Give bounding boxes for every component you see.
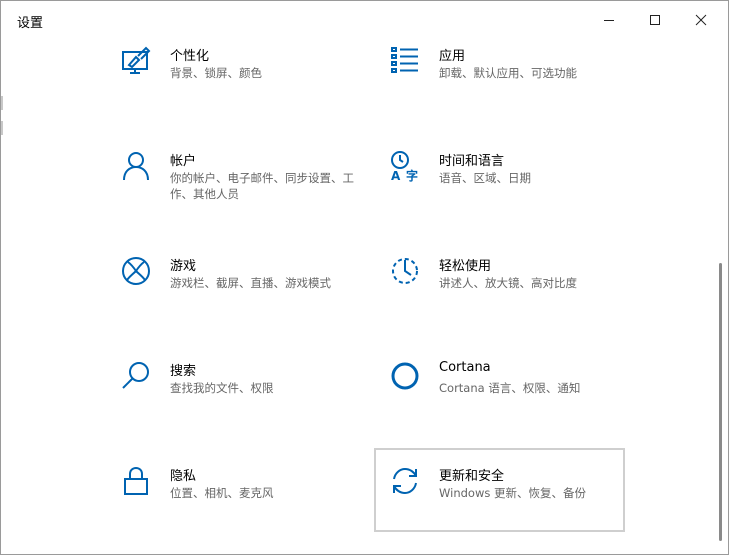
- tile-description: 查找我的文件、权限: [170, 381, 274, 395]
- tile-description: 你的帐户、电子邮件、同步设置、工作、其他人员: [170, 171, 354, 201]
- edge-divider: [1, 96, 3, 110]
- tile-search[interactable]: 搜索 查找我的文件、权限: [118, 358, 368, 443]
- tile-ease-of-access[interactable]: 轻松使用 讲述人、放大镜、高对比度: [387, 253, 637, 338]
- svg-text:字: 字: [406, 168, 418, 182]
- maximize-icon: [650, 15, 660, 25]
- tile-description: 语音、区域、日期: [439, 171, 531, 185]
- tile-description: 讲述人、放大镜、高对比度: [439, 276, 577, 290]
- apps-icon: [387, 43, 423, 79]
- gaming-icon: [118, 253, 154, 289]
- ease-of-access-icon: [387, 253, 423, 289]
- tile-label: 帐户: [170, 154, 197, 169]
- tile-description: 卸载、默认应用、可选功能: [439, 66, 577, 80]
- cortana-icon: [387, 358, 423, 394]
- tile-label: 个性化: [170, 49, 210, 64]
- tile-privacy[interactable]: 隐私 位置、相机、麦克风: [118, 463, 368, 548]
- tile-label: 更新和安全: [439, 469, 505, 484]
- minimize-icon: [604, 20, 614, 21]
- tile-label: 搜索: [170, 364, 197, 379]
- tile-label: Cortana: [439, 360, 491, 375]
- search-icon: [118, 358, 154, 394]
- tile-time-language[interactable]: A 字 时间和语言 语音、区域、日期: [387, 148, 637, 233]
- close-icon: [695, 14, 707, 26]
- time-language-icon: A 字: [387, 148, 423, 184]
- tile-cortana[interactable]: Cortana Cortana 语言、权限、通知: [387, 358, 637, 443]
- tile-label: 隐私: [170, 469, 197, 484]
- tile-description: 背景、锁屏、颜色: [170, 66, 262, 80]
- tile-description: 位置、相机、麦克风: [170, 486, 274, 500]
- accounts-icon: [118, 148, 154, 184]
- close-button[interactable]: [678, 1, 724, 39]
- title-bar: 设置: [1, 1, 728, 39]
- tile-update-security[interactable]: 更新和安全 Windows 更新、恢复、备份: [374, 448, 625, 532]
- personalization-icon: [118, 43, 154, 79]
- tile-label: 时间和语言: [439, 154, 505, 169]
- vertical-scrollbar[interactable]: [719, 263, 722, 541]
- settings-window: 设置 个性化 背景、锁屏、颜色 应用 卸载、默认应用、可选功能 帐户 你的帐户、…: [0, 0, 729, 555]
- tile-description: Cortana 语言、权限、通知: [439, 381, 581, 395]
- tile-gaming[interactable]: 游戏 游戏栏、截屏、直播、游戏模式: [118, 253, 368, 338]
- tile-personalization[interactable]: 个性化 背景、锁屏、颜色: [118, 43, 368, 128]
- tile-apps[interactable]: 应用 卸载、默认应用、可选功能: [387, 43, 637, 128]
- tile-accounts[interactable]: 帐户 你的帐户、电子邮件、同步设置、工作、其他人员: [118, 148, 368, 233]
- tile-description: 游戏栏、截屏、直播、游戏模式: [170, 276, 331, 290]
- privacy-lock-icon: [118, 463, 154, 499]
- minimize-button[interactable]: [586, 1, 632, 39]
- update-security-icon: [387, 463, 423, 499]
- tile-label: 轻松使用: [439, 259, 492, 274]
- svg-text:A: A: [391, 169, 401, 182]
- maximize-button[interactable]: [632, 1, 678, 39]
- tile-description: Windows 更新、恢复、备份: [439, 486, 586, 500]
- tile-label: 应用: [439, 49, 466, 64]
- tile-label: 游戏: [170, 259, 197, 274]
- window-title: 设置: [17, 16, 44, 31]
- edge-divider: [1, 121, 3, 135]
